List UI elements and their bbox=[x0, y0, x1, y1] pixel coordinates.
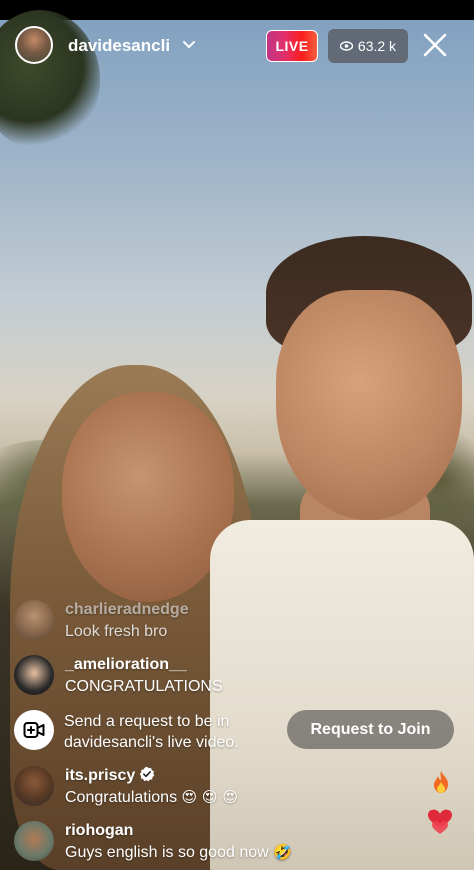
live-badge: LIVE bbox=[266, 30, 318, 62]
comment-text: Congratulations bbox=[65, 789, 178, 806]
join-request-icon-button[interactable] bbox=[14, 710, 54, 750]
commenter-username[interactable]: riohogan bbox=[65, 821, 133, 840]
person-right-face bbox=[276, 290, 462, 520]
viewer-count-badge[interactable]: 63.2 k bbox=[328, 29, 408, 63]
commenter-avatar[interactable] bbox=[14, 821, 54, 861]
video-plus-icon bbox=[23, 722, 45, 738]
eye-icon bbox=[339, 41, 353, 51]
commenter-avatar[interactable] bbox=[14, 600, 54, 640]
commenter-username[interactable]: charlieradnedge bbox=[65, 600, 189, 619]
commenter-avatar[interactable] bbox=[14, 655, 54, 695]
comment-emojis: 😍 😍 😍 bbox=[181, 788, 238, 806]
status-bar-area bbox=[0, 0, 474, 20]
commenter-username-row: its.priscy bbox=[65, 766, 155, 785]
live-video-screen: davidesancli LIVE 63.2 k charlieradnedge… bbox=[0, 0, 474, 870]
comment-item: riohogan Guys english is so good now 🤣 bbox=[14, 821, 314, 863]
comment-text: Guys english is so good now bbox=[65, 844, 269, 861]
person-left-face bbox=[62, 392, 234, 602]
close-icon bbox=[423, 33, 447, 57]
heart-icon bbox=[428, 809, 452, 834]
comment-item: its.priscy Congratulations 😍 😍 😍 bbox=[14, 766, 314, 808]
chevron-down-icon[interactable] bbox=[182, 38, 196, 52]
commenter-username[interactable]: _amelioration__ bbox=[65, 655, 187, 674]
fire-icon bbox=[434, 771, 448, 793]
request-to-join-button[interactable]: Request to Join bbox=[287, 710, 454, 749]
comment-item: charlieradnedge Look fresh bro bbox=[14, 600, 314, 642]
comment-text: Look fresh bro bbox=[65, 623, 168, 640]
comment-text: CONGRATULATIONS bbox=[65, 678, 223, 695]
comment-emojis: 🤣 bbox=[273, 843, 292, 861]
viewer-count: 63.2 k bbox=[357, 38, 397, 54]
comment-text-row: Guys english is so good now 🤣 bbox=[65, 843, 292, 862]
broadcaster-avatar[interactable] bbox=[15, 26, 53, 64]
verified-icon bbox=[140, 766, 155, 782]
comment-text-row: Congratulations 😍 😍 😍 bbox=[65, 788, 238, 807]
commenter-avatar[interactable] bbox=[14, 766, 54, 806]
broadcaster-username[interactable]: davidesancli bbox=[68, 36, 170, 56]
join-request-text: Send a request to be in davidesancli's l… bbox=[64, 713, 239, 751]
commenter-username[interactable]: its.priscy bbox=[65, 767, 135, 784]
close-button[interactable] bbox=[420, 30, 450, 60]
comment-item: _amelioration__ CONGRATULATIONS bbox=[14, 655, 314, 697]
tree-foliage bbox=[0, 10, 100, 150]
